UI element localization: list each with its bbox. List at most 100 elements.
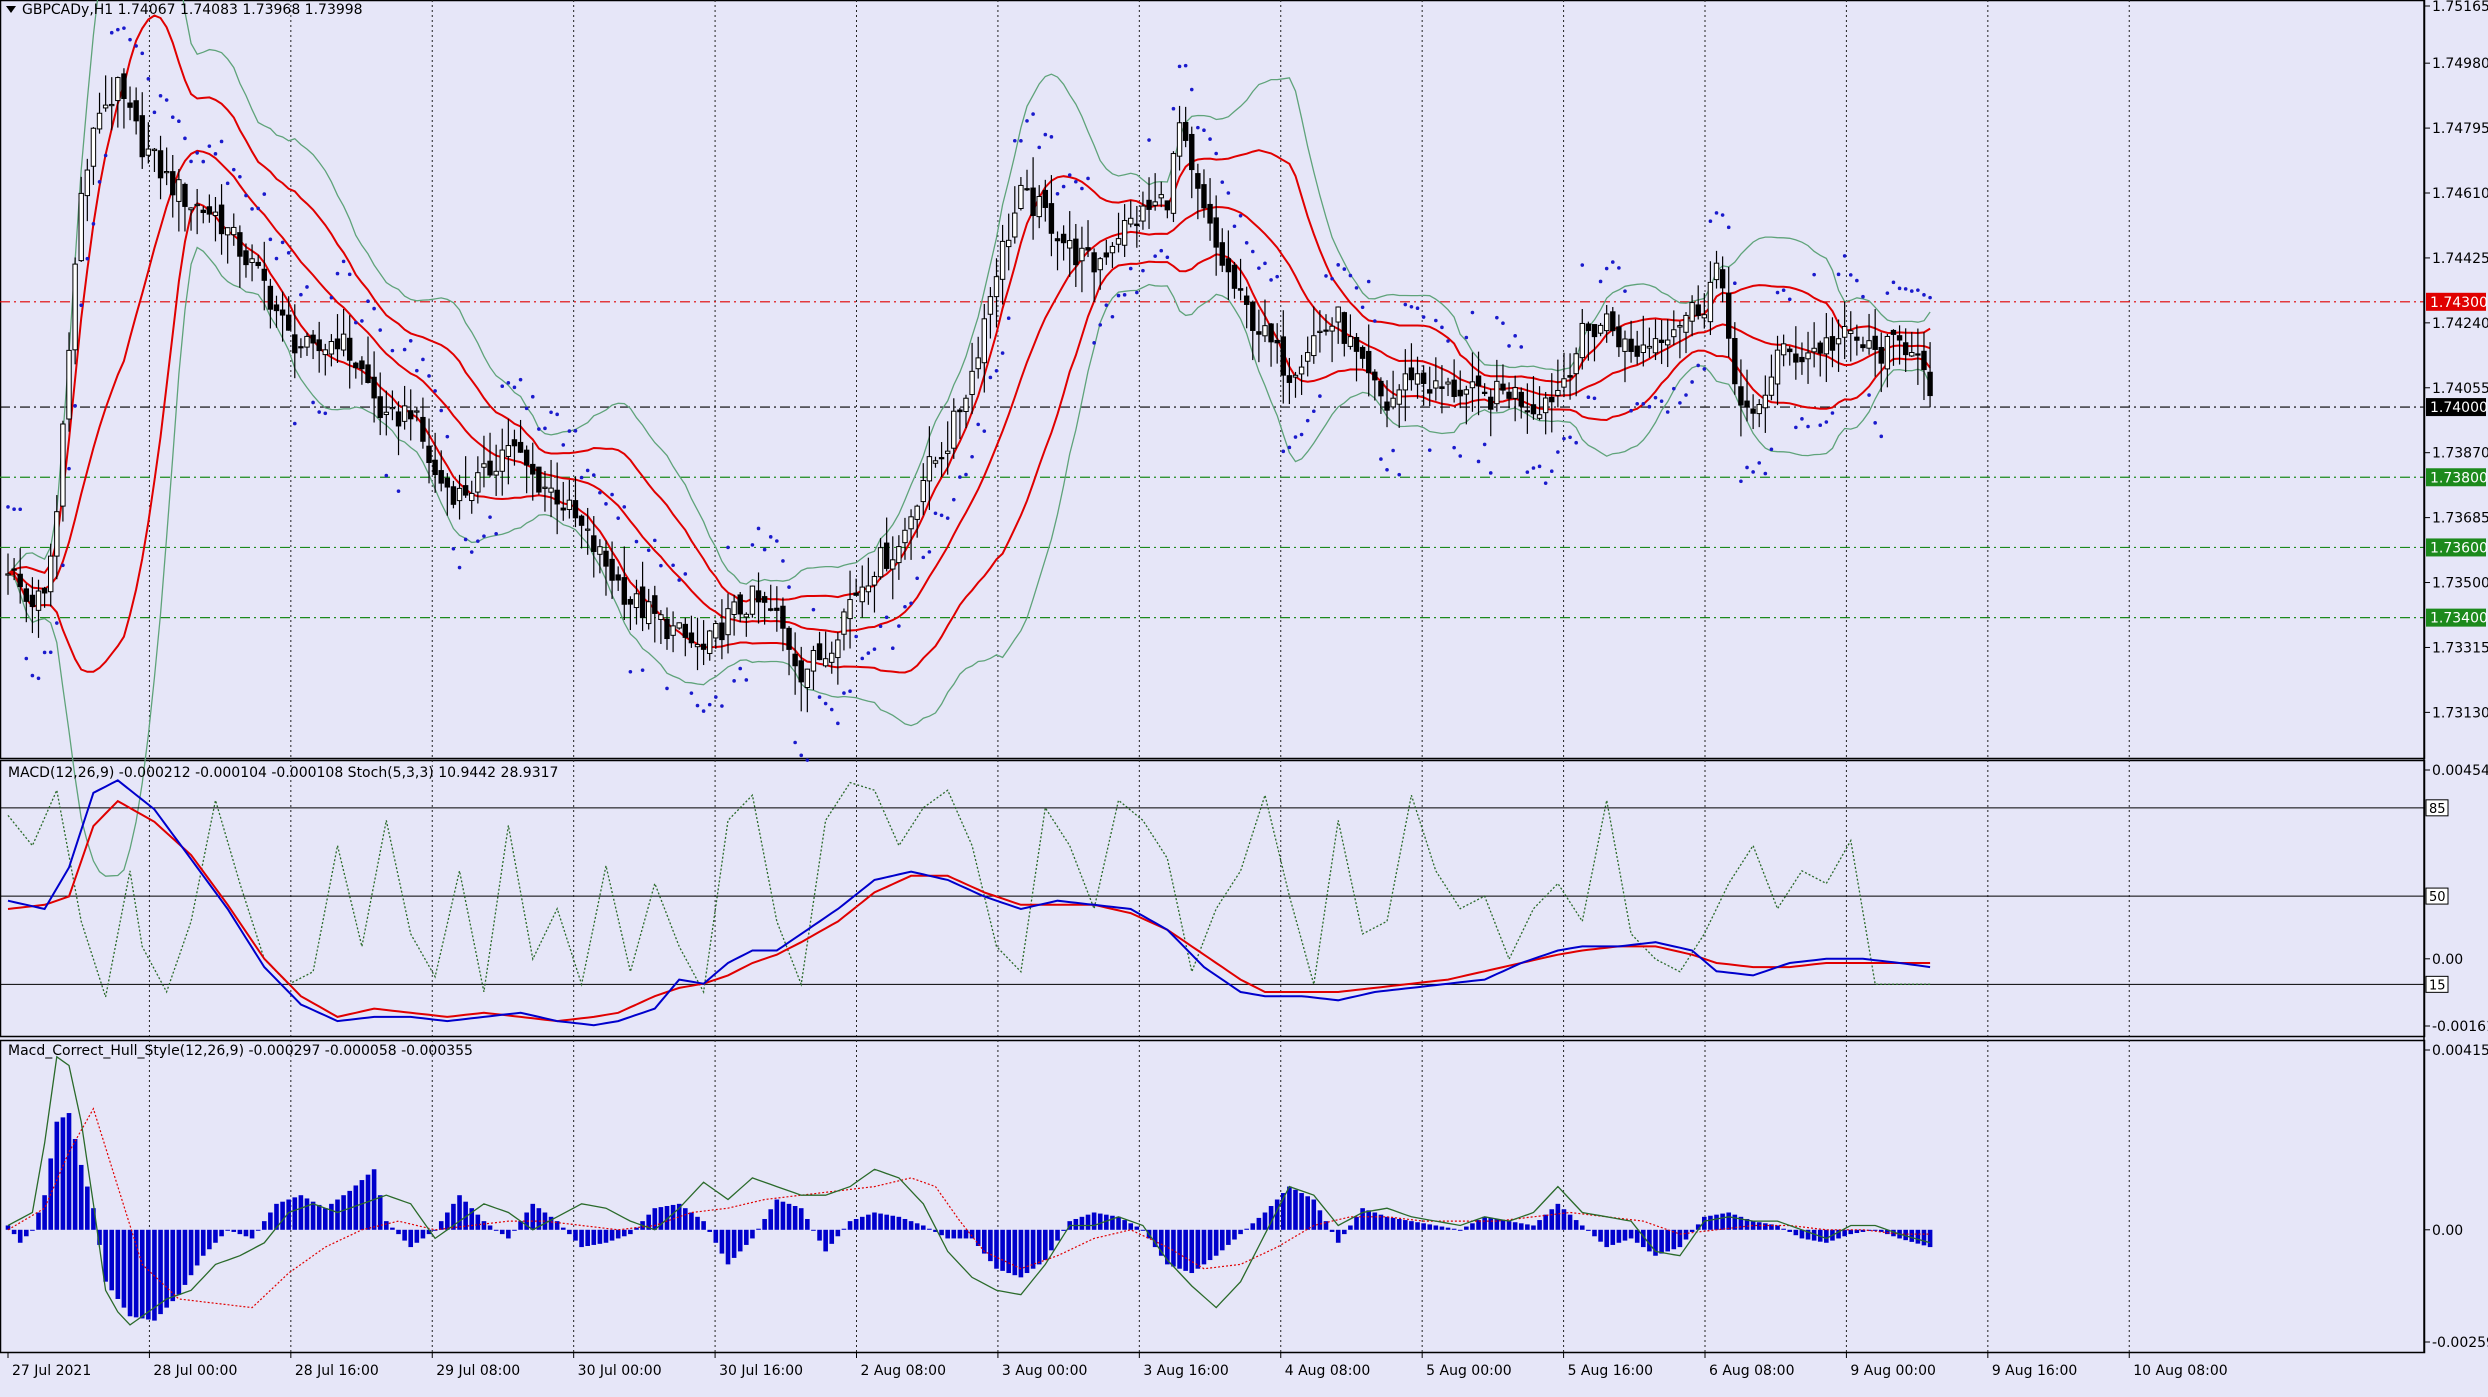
psar-dot <box>1019 139 1023 143</box>
candle-body <box>1634 345 1640 357</box>
candle-body <box>487 460 493 476</box>
psar-dot <box>1812 272 1816 277</box>
psar-dot <box>817 695 822 699</box>
stoch-level-label: 85 <box>2429 802 2446 817</box>
psar-dot <box>1135 290 1139 295</box>
candle-body <box>121 73 127 100</box>
hist-bar <box>1055 1229 1060 1241</box>
time-tick-label: 6 Aug 08:00 <box>1709 1363 1795 1379</box>
trading-chart[interactable]: 1.75165 1.74980 1.74795 1.74610 1.74425 1.742… <box>0 0 2488 1393</box>
psar-dot <box>829 707 834 712</box>
price-panel[interactable] <box>0 0 2426 760</box>
psar-dot <box>402 347 407 352</box>
hist-bar <box>1335 1229 1341 1243</box>
price-tick-label: 1.74240 <box>2432 316 2488 332</box>
psar-dot <box>158 93 163 98</box>
hist-bar <box>981 1229 987 1254</box>
hist-bar <box>249 1229 255 1239</box>
psar-dot <box>1897 286 1902 291</box>
hist-bar <box>188 1229 194 1276</box>
hist-bar <box>194 1229 200 1266</box>
hist-bar <box>109 1229 115 1291</box>
candle-body <box>5 573 11 576</box>
hist-bar <box>1787 1229 1793 1232</box>
psar-dot <box>1427 448 1432 452</box>
psar-dot <box>945 516 950 520</box>
hist-bar <box>1128 1223 1134 1230</box>
hist-bar <box>1647 1229 1652 1252</box>
candle-body <box>408 410 414 420</box>
candle-body <box>127 102 133 108</box>
candle-body <box>255 261 261 267</box>
hist-bar <box>1342 1229 1347 1235</box>
psar-dot <box>1250 249 1255 254</box>
collapse-arrow-icon[interactable] <box>6 6 16 13</box>
candle-body <box>176 179 182 202</box>
psar-dot <box>445 434 450 439</box>
candle-body <box>1530 404 1537 415</box>
psar-dot <box>1470 310 1475 315</box>
candle-body <box>218 204 225 235</box>
psar-dot <box>1366 279 1371 284</box>
psar-dot <box>805 758 810 762</box>
candle-body <box>835 639 841 659</box>
hist-bar <box>1500 1220 1506 1230</box>
candle-body <box>35 590 42 611</box>
psar-dot <box>1848 273 1853 277</box>
hist-bar <box>1403 1220 1408 1230</box>
hist-bar <box>335 1199 340 1230</box>
psar-dot <box>1842 254 1847 258</box>
chart-canvas[interactable]: 1.75165 1.74980 1.74795 1.74610 1.74425 1.742… <box>0 0 2488 1393</box>
psar-dot <box>707 702 712 707</box>
candle-body <box>1854 336 1860 341</box>
psar-dot <box>1794 425 1798 430</box>
price-tick-label: 1.74610 <box>2432 186 2488 202</box>
hist-bar <box>1421 1223 1426 1230</box>
hist-bar <box>304 1198 310 1230</box>
price-tick-label: 1.74980 <box>2432 56 2488 72</box>
candle-body <box>1231 264 1238 289</box>
hist-bar <box>310 1201 316 1230</box>
hist-bar <box>994 1229 999 1269</box>
hist-bar <box>1134 1226 1140 1230</box>
hist-bar <box>530 1203 536 1230</box>
candle-body <box>469 492 475 502</box>
psar-dot <box>36 676 41 681</box>
psar-dot <box>1806 424 1810 429</box>
psar-dot <box>604 502 608 506</box>
hist-bar <box>1531 1225 1536 1230</box>
psar-dot <box>341 259 346 264</box>
price-tick-label: 1.73130 <box>2432 705 2488 721</box>
candle-body <box>1323 329 1329 332</box>
hist-bar <box>1909 1229 1915 1242</box>
psar-dot <box>1226 191 1231 195</box>
candle-body <box>578 515 585 526</box>
price-axis: 1.75165 1.74980 1.74795 1.74610 1.74425 1.742… <box>2423 0 2488 1352</box>
psar-dot <box>640 668 645 672</box>
candle-body <box>499 449 505 472</box>
psar-dot <box>994 368 999 373</box>
psar-dot <box>512 385 517 390</box>
psar-dot <box>1665 410 1670 414</box>
candle-body <box>1793 353 1799 363</box>
psar-dot <box>1775 290 1780 295</box>
macd-stoch-panel[interactable] <box>0 759 2426 1038</box>
candle-body <box>963 397 969 412</box>
candle-body <box>1164 200 1171 211</box>
psar-dot <box>958 475 962 479</box>
hist-bar <box>890 1215 896 1230</box>
candle-body <box>1207 203 1213 224</box>
hist-bar <box>1842 1229 1847 1237</box>
hist-bar <box>689 1212 694 1230</box>
hist-bar <box>951 1229 957 1239</box>
candle-body <box>389 406 396 410</box>
hist-bar <box>1549 1209 1555 1230</box>
candle-body <box>761 596 768 603</box>
candle-body <box>90 127 97 167</box>
candle-body <box>194 203 200 207</box>
hist-bar <box>353 1185 359 1230</box>
candle-body <box>115 77 121 102</box>
psar-dot <box>1678 401 1682 405</box>
candle-body <box>1146 199 1152 210</box>
psar-dot <box>738 666 743 671</box>
